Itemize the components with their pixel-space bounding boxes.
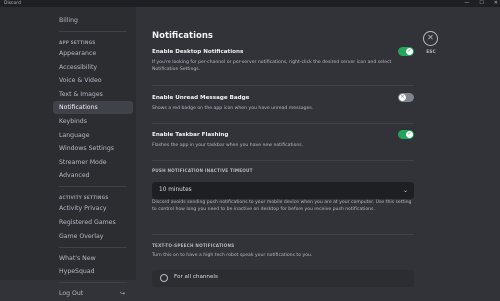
divider: [152, 234, 414, 235]
sidebar-item-game-overlay[interactable]: Game Overlay: [53, 230, 133, 243]
settings-content: Notifications Enable Desktop Notificatio…: [136, 7, 500, 287]
setting-description: Discord avoids sending push notification…: [152, 200, 412, 212]
sidebar-item-notifications[interactable]: Notifications: [53, 101, 133, 115]
taskbar-flashing-toggle[interactable]: ✓: [398, 130, 414, 139]
radio-circle-icon: [160, 274, 168, 282]
setting-label: Enable Taskbar Flashing: [152, 132, 229, 138]
close-icon: ✕: [423, 31, 438, 46]
page-title: Notifications: [152, 31, 213, 41]
sidebar-item-keybinds[interactable]: Keybinds: [53, 115, 133, 128]
sidebar-item-advanced[interactable]: Advanced: [53, 169, 133, 182]
tts-description: Turn this on to have a high tech robot s…: [152, 248, 414, 259]
sidebar-item-voice-video[interactable]: Voice & Video: [53, 74, 133, 87]
divider: [152, 123, 414, 124]
sidebar-item-language[interactable]: Language: [53, 129, 133, 142]
section-title-activity-settings: ACTIVITY SETTINGS: [59, 195, 109, 201]
close-settings-button[interactable]: ✕ ESC: [423, 31, 439, 55]
tts-option-all-channels[interactable]: For all channels: [152, 270, 414, 287]
title-bar: Discord — ☐ ✕: [0, 0, 500, 7]
sidebar-item-hypesquad[interactable]: HypeSquad: [53, 265, 133, 278]
sidebar-item-streamer-mode[interactable]: Streamer Mode: [53, 156, 133, 169]
divider: [59, 282, 127, 284]
settings-sidebar: Billing APP SETTINGS Appearance Accessib…: [0, 7, 136, 297]
minimize-icon[interactable]: —: [464, 0, 469, 7]
push-timeout-description: Discord avoids sending push notification…: [152, 195, 414, 213]
setting-description: Shows a red badge on the app icon when y…: [152, 106, 314, 111]
sidebar-item-log-out[interactable]: Log Out ↪: [53, 287, 133, 300]
setting-desktop-notifications: Enable Desktop Notifications ✓ If you're…: [152, 47, 414, 73]
sidebar-item-text-images[interactable]: Text & Images: [53, 88, 133, 101]
sidebar-item-billing[interactable]: Billing: [53, 14, 133, 27]
sidebar-item-registered-games[interactable]: Registered Games: [53, 216, 133, 229]
divider: [59, 246, 127, 248]
sidebar-item-appearance[interactable]: Appearance: [53, 47, 133, 60]
setting-label: Enable Unread Message Badge: [152, 95, 250, 101]
sidebar-item-whats-new[interactable]: What's New: [53, 252, 133, 265]
desktop-notifications-toggle[interactable]: ✓: [398, 47, 414, 56]
unread-badge-toggle[interactable]: ✕: [398, 93, 414, 102]
window-controls: — ☐ ✕: [464, 0, 498, 7]
maximize-icon[interactable]: ☐: [479, 0, 483, 7]
esc-label: ESC: [426, 50, 436, 55]
setting-label: Enable Desktop Notifications: [152, 49, 244, 55]
divider: [59, 186, 127, 188]
divider: [152, 85, 414, 86]
setting-description: Flashes the app in your taskbar when you…: [152, 143, 304, 148]
section-title-app-settings: APP SETTINGS: [59, 40, 96, 45]
close-icon[interactable]: ✕: [494, 0, 498, 7]
setting-taskbar-flashing: Enable Taskbar Flashing ✓ Flashes the ap…: [152, 130, 414, 149]
sidebar-item-windows-settings[interactable]: Windows Settings: [53, 142, 133, 155]
sidebar-item-activity-privacy[interactable]: Activity Privacy: [53, 202, 133, 215]
x-icon: ✕: [399, 94, 406, 101]
check-icon: ✓: [406, 48, 413, 55]
log-out-icon: ↪: [120, 290, 126, 298]
divider: [59, 31, 127, 32]
setting-description: If you're looking for per-channel or per…: [152, 60, 392, 72]
log-out-label: Log Out: [59, 290, 84, 298]
sidebar-item-accessibility[interactable]: Accessibility: [53, 61, 133, 74]
setting-description: Turn this on to have a high tech robot s…: [152, 253, 313, 258]
setting-unread-badge: Enable Unread Message Badge ✕ Shows a re…: [152, 93, 414, 112]
push-timeout-title: PUSH NOTIFICATION INACTIVE TIMEOUT: [152, 168, 253, 173]
check-icon: ✓: [406, 131, 413, 138]
window-title: Discord: [4, 1, 21, 6]
divider: [152, 160, 414, 161]
settings-nav: Billing APP SETTINGS Appearance Accessib…: [53, 14, 133, 301]
radio-label: For all channels: [174, 274, 218, 280]
